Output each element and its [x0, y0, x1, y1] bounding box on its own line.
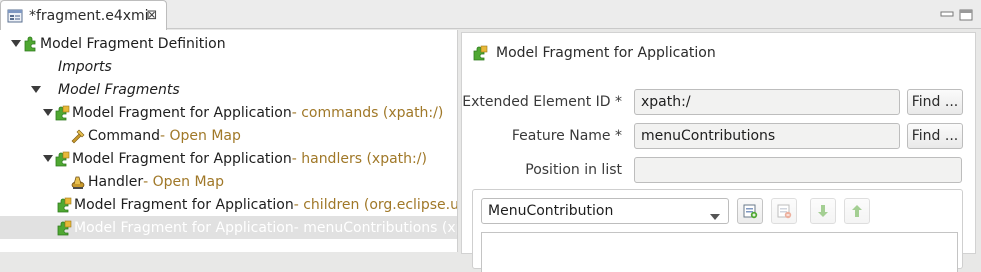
model-editor-icon — [7, 8, 23, 24]
expanded-triangle-icon[interactable] — [30, 84, 42, 96]
arrow-up-icon — [852, 205, 862, 217]
tree-item-fragment-commands[interactable]: Model Fragment for Application - command… — [0, 101, 457, 124]
elements-list[interactable] — [481, 232, 958, 272]
tree-item-label: Imports — [58, 58, 112, 75]
element-type-value: MenuContribution — [488, 203, 614, 219]
add-element-button[interactable] — [737, 198, 763, 224]
tree-item-detail: - Open Map — [143, 173, 225, 190]
find-feature-name-button[interactable]: Find ... — [907, 123, 963, 149]
fragment-puzzle-icon — [54, 105, 70, 121]
expanded-triangle-icon[interactable] — [42, 107, 54, 119]
tree-item-detail: - menuContributions (xpa — [293, 219, 458, 236]
tree-item-label: Model Fragment for Application — [74, 219, 294, 236]
fragment-puzzle-icon — [54, 151, 70, 167]
panel-header: Model Fragment for Application — [472, 43, 716, 63]
position-in-list-input[interactable] — [634, 157, 962, 183]
maximize-icon[interactable] — [958, 8, 974, 22]
panel-title: Model Fragment for Application — [496, 45, 716, 61]
tree-item-model-fragment-definition[interactable]: Model Fragment Definition — [0, 32, 457, 55]
minimize-icon[interactable] — [939, 8, 955, 22]
move-down-button[interactable] — [810, 198, 836, 224]
tree-item-detail: - Open Map — [159, 127, 241, 144]
tree-item-fragment-menucontributions[interactable]: Model Fragment for Application - menuCon… — [0, 216, 458, 239]
feature-name-input[interactable] — [634, 123, 900, 149]
position-in-list-label: Position in list — [525, 162, 622, 178]
fragment-puzzle-icon — [472, 45, 488, 61]
tree-item-fragment-handlers[interactable]: Model Fragment for Application - handler… — [0, 147, 457, 170]
details-panel: Model Fragment for Application Extended … — [461, 32, 976, 272]
expanded-triangle-icon[interactable] — [42, 153, 54, 165]
command-icon — [70, 128, 86, 144]
find-extended-element-button[interactable]: Find ... — [907, 89, 963, 115]
tree-item-detail: - commands (xpath:/) — [291, 104, 444, 121]
tree-item-detail: - handlers (xpath:/) — [291, 150, 427, 167]
tree-item-model-fragments[interactable]: Model Fragments — [0, 78, 457, 101]
tree-item-label: Handler — [88, 173, 144, 190]
extended-element-id-input[interactable] — [634, 89, 900, 115]
tree-item-label: Model Fragment Definition — [40, 35, 226, 52]
feature-name-label: Feature Name * — [511, 128, 622, 144]
tree-item-label: Command — [88, 127, 160, 144]
tree-item-imports[interactable]: Imports — [0, 55, 457, 78]
dropdown-arrow-icon — [710, 208, 720, 224]
arrow-down-icon — [818, 205, 828, 217]
element-type-select[interactable]: MenuContribution — [481, 198, 729, 224]
extended-element-id-label: Extended Element ID * — [462, 94, 622, 110]
fragment-puzzle-icon — [56, 197, 72, 213]
handler-icon — [70, 174, 86, 190]
tree-item-label: Model Fragments — [58, 81, 180, 98]
tree-item-command[interactable]: Command - Open Map — [0, 124, 457, 147]
puzzle-icon — [22, 36, 38, 52]
expanded-triangle-icon[interactable] — [10, 38, 22, 50]
tree-item-label: Model Fragment for Application — [74, 196, 294, 213]
remove-element-icon — [777, 204, 792, 219]
remove-element-button[interactable] — [771, 198, 797, 224]
tab-fragment-e4xmi[interactable]: *fragment.e4xmi ⊠ — [0, 0, 167, 30]
tree-item-detail: - children (org.eclipse.ui. — [293, 196, 458, 213]
elements-group: MenuContribution — [472, 189, 963, 272]
tab-title: *fragment.e4xmi — [29, 7, 149, 24]
tree-item-handler[interactable]: Handler - Open Map — [0, 170, 457, 193]
tree-item-fragment-children[interactable]: Model Fragment for Application - childre… — [0, 193, 458, 216]
tree-item-label: Model Fragment for Application — [72, 104, 292, 121]
model-tree[interactable]: Model Fragment Definition Imports Model … — [0, 30, 458, 252]
close-icon[interactable]: ⊠ — [146, 8, 158, 23]
tree-item-label: Model Fragment for Application — [72, 150, 292, 167]
fragment-puzzle-icon — [56, 220, 72, 236]
add-element-icon — [743, 204, 758, 219]
editor-tab-bar: *fragment.e4xmi ⊠ — [0, 0, 981, 30]
move-up-button[interactable] — [844, 198, 870, 224]
